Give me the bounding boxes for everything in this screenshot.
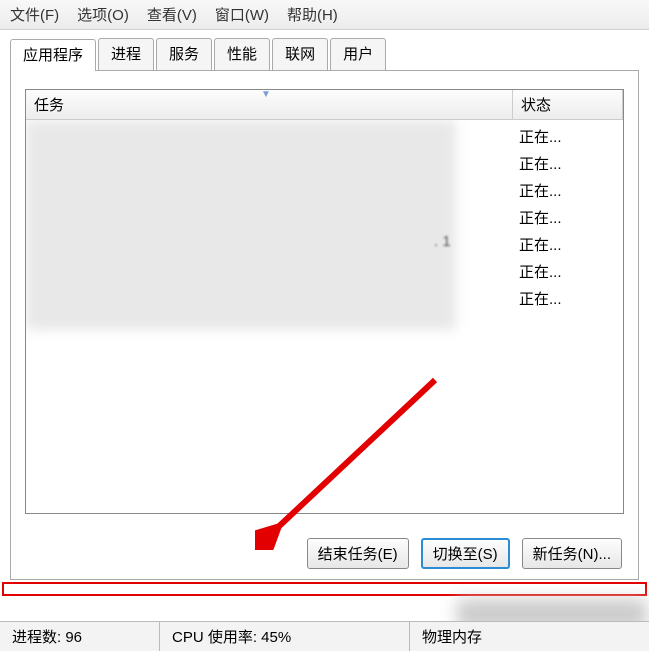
tab-services[interactable]: 服务 (156, 38, 212, 70)
tab-applications[interactable]: 应用程序 (10, 39, 96, 71)
tab-panel: ▼ 任务 状态 . 1 正在... 正在... 正在... 正在... 正在..… (10, 70, 639, 580)
sort-indicator-icon: ▼ (261, 89, 271, 100)
status-item: 正在... (519, 259, 617, 286)
list-header: 任务 状态 (26, 90, 623, 120)
switch-to-button[interactable]: 切换至(S) (421, 538, 510, 569)
tab-users[interactable]: 用户 (330, 38, 386, 70)
status-memory: 物理内存 (410, 622, 649, 651)
status-item: 正在... (519, 151, 617, 178)
task-listbox[interactable]: 任务 状态 . 1 正在... 正在... 正在... 正在... 正在... … (25, 89, 624, 514)
menu-options[interactable]: 选项(O) (77, 4, 129, 25)
status-item: 正在... (519, 232, 617, 259)
status-column-body: 正在... 正在... 正在... 正在... 正在... 正在... 正在..… (513, 120, 623, 513)
button-row: 结束任务(E) 切换至(S) 新任务(N)... (307, 538, 622, 569)
menu-window[interactable]: 窗口(W) (215, 4, 269, 25)
blurred-task-names (26, 120, 456, 330)
tab-row: 应用程序 进程 服务 性能 联网 用户 (10, 38, 649, 70)
status-bar: 进程数: 96 CPU 使用率: 45% 物理内存 (0, 621, 649, 651)
column-header-status[interactable]: 状态 (513, 90, 623, 119)
tab-networking[interactable]: 联网 (272, 38, 328, 70)
status-item: 正在... (519, 178, 617, 205)
list-body: . 1 正在... 正在... 正在... 正在... 正在... 正在... … (26, 120, 623, 513)
status-processes: 进程数: 96 (0, 622, 160, 651)
status-item: 正在... (519, 124, 617, 151)
status-item: 正在... (519, 205, 617, 232)
menu-help[interactable]: 帮助(H) (287, 4, 338, 25)
tab-performance[interactable]: 性能 (214, 38, 270, 70)
menu-file[interactable]: 文件(F) (10, 4, 59, 25)
task-column-body: . 1 (26, 120, 513, 513)
new-task-button[interactable]: 新任务(N)... (522, 538, 622, 569)
status-item: 正在... (519, 286, 617, 313)
task-row-suffix: . 1 (434, 233, 451, 250)
status-cpu: CPU 使用率: 45% (160, 622, 410, 651)
tab-processes[interactable]: 进程 (98, 38, 154, 70)
menu-bar: 文件(F) 选项(O) 查看(V) 窗口(W) 帮助(H) (0, 0, 649, 30)
menu-view[interactable]: 查看(V) (147, 4, 197, 25)
end-task-button[interactable]: 结束任务(E) (307, 538, 409, 569)
